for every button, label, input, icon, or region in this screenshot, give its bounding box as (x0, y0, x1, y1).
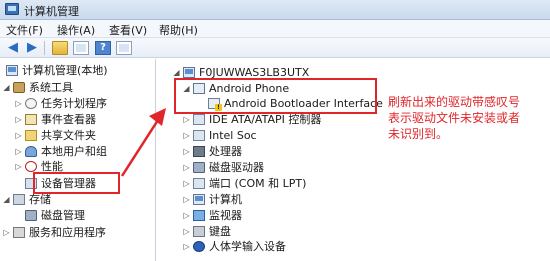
computer-icon (6, 65, 18, 76)
expand-icon[interactable]: ▷ (14, 144, 23, 160)
tree-event-viewer[interactable]: ▷ 事件查看器 (14, 112, 96, 128)
toolbar-separator (44, 41, 45, 55)
tree-disk-management[interactable]: 磁盘管理 (23, 208, 85, 224)
android-device-highlight (174, 78, 377, 114)
clock-icon (25, 98, 37, 109)
tree-system-tools[interactable]: ◢ 系统工具 (2, 80, 73, 96)
expand-icon[interactable]: ▷ (182, 224, 191, 240)
keyboard-icon (193, 226, 205, 237)
device-category-keyboards[interactable]: ▷ 键盘 (182, 224, 231, 240)
device-category-hid[interactable]: ▷ 人体学输入设备 (182, 239, 286, 255)
menu-bar: 文件(F) 操作(A) 查看(V) 帮助(H) (0, 20, 550, 38)
help-icon[interactable]: ? (95, 41, 111, 55)
collapse-icon[interactable]: ◢ (2, 80, 11, 96)
device-manager-highlight (33, 172, 120, 194)
up-folder-icon[interactable] (52, 41, 68, 55)
expand-icon[interactable]: ▷ (14, 96, 23, 112)
menu-help[interactable]: 帮助(H) (159, 22, 198, 38)
tree-task-scheduler[interactable]: ▷ 任务计划程序 (14, 96, 107, 112)
disk-icon (25, 210, 37, 221)
tree-shared-folders[interactable]: ▷ 共享文件夹 (14, 128, 96, 144)
shared-folder-icon (25, 130, 37, 141)
monitor-icon (193, 210, 205, 221)
computer-icon (193, 194, 205, 205)
processor-icon (193, 146, 205, 157)
expand-icon[interactable]: ▷ (182, 208, 191, 224)
expand-icon[interactable]: ▷ (182, 176, 191, 192)
expand-icon[interactable]: ▷ (182, 128, 191, 144)
computer-icon (183, 67, 195, 78)
properties-icon[interactable] (116, 41, 132, 55)
expand-icon[interactable]: ▷ (14, 128, 23, 144)
annotation-note: 刷新出来的驱动带感叹号 表示驱动文件未安装或者 未识别到。 (388, 94, 538, 142)
console-tree-icon[interactable] (73, 41, 89, 55)
device-category-processor[interactable]: ▷ 处理器 (182, 144, 242, 160)
expand-icon[interactable]: ▷ (14, 159, 23, 175)
expand-icon[interactable]: ▷ (182, 160, 191, 176)
toolbar: ◀ ▶ ? (0, 38, 550, 58)
menu-file[interactable]: 文件(F) (6, 22, 43, 38)
tree-local-users[interactable]: ▷ 本地用户和组 (14, 144, 107, 160)
annotation-line: 表示驱动文件未安装或者 (388, 111, 521, 125)
hid-icon (193, 241, 205, 252)
device-category-ide[interactable]: ▷ IDE ATA/ATAPI 控制器 (182, 112, 321, 128)
storage-icon (13, 194, 25, 205)
expand-icon[interactable]: ▷ (182, 144, 191, 160)
services-icon (13, 227, 25, 238)
disk-drive-icon (193, 162, 205, 173)
intel-soc-icon (193, 130, 205, 141)
device-category-ports[interactable]: ▷ 端口 (COM 和 LPT) (182, 176, 306, 192)
event-log-icon (25, 114, 37, 125)
collapse-icon[interactable]: ◢ (2, 192, 11, 208)
users-icon (25, 146, 37, 157)
back-arrow-icon[interactable]: ◀ (5, 41, 21, 55)
title-bar: 计算机管理 (0, 0, 550, 20)
tree-services-apps[interactable]: ▷ 服务和应用程序 (2, 225, 106, 241)
tree-root[interactable]: 计算机管理(本地) (4, 63, 108, 79)
expand-icon[interactable]: ▷ (2, 225, 11, 241)
expand-icon[interactable]: ▷ (182, 112, 191, 128)
toolbox-icon (13, 82, 25, 93)
device-category-intel-soc[interactable]: ▷ Intel Soc (182, 128, 256, 144)
device-category-computer[interactable]: ▷ 计算机 (182, 192, 242, 208)
ide-controller-icon (193, 114, 205, 125)
menu-view[interactable]: 查看(V) (109, 22, 147, 38)
window-title: 计算机管理 (24, 5, 79, 18)
performance-icon (25, 161, 37, 172)
device-category-disk-drives[interactable]: ▷ 磁盘驱动器 (182, 160, 264, 176)
device-category-monitors[interactable]: ▷ 监视器 (182, 208, 242, 224)
port-icon (193, 178, 205, 189)
expand-icon[interactable]: ▷ (182, 239, 191, 255)
tree-storage[interactable]: ◢ 存储 (2, 192, 51, 208)
annotation-line: 刷新出来的驱动带感叹号 (388, 95, 521, 109)
menu-action[interactable]: 操作(A) (57, 22, 95, 38)
console-tree: 计算机管理(本地) ◢ 系统工具 ▷ 任务计划程序 ▷ 事件查看器 ▷ 共享文件夹 ▷ 本… (0, 59, 156, 261)
expand-icon[interactable]: ▷ (14, 112, 23, 128)
annotation-line: 未识别到。 (388, 127, 449, 141)
forward-arrow-icon[interactable]: ▶ (24, 41, 40, 55)
expand-icon[interactable]: ▷ (182, 192, 191, 208)
computer-management-icon (5, 3, 19, 15)
